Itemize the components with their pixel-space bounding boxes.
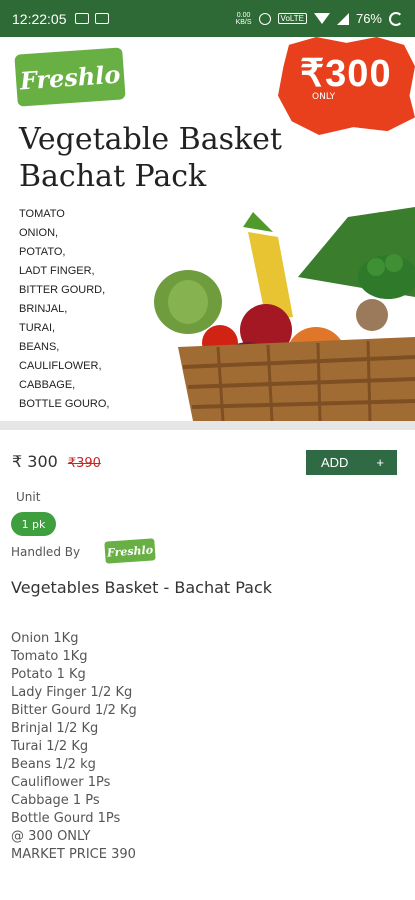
- product-banner: Freshlo ₹300 ONLY Vegetable Basket Bacha…: [0, 37, 415, 421]
- offer-suffix: ONLY: [312, 92, 336, 102]
- banner-title: Vegetable Basket Bachat Pack: [19, 122, 282, 194]
- description-line: Brinjal 1/2 Kg: [11, 721, 99, 736]
- description-line: Lady Finger 1/2 Kg: [11, 685, 133, 700]
- banner-item: POTATO,: [19, 246, 66, 258]
- banner-item: BRINJAL,: [19, 303, 68, 315]
- status-time: 12:22:05: [12, 10, 67, 27]
- product-name: Vegetables Basket - Bachat Pack: [11, 578, 273, 597]
- original-price: ₹390: [67, 456, 101, 471]
- add-to-cart-button[interactable]: ADD +: [306, 450, 397, 475]
- wifi-icon: [313, 13, 330, 24]
- banner-item: LADT FINGER,: [19, 265, 95, 277]
- product-description: Onion 1Kg Tomato 1Kg Potato 1 Kg Lady Fi…: [11, 630, 137, 864]
- section-divider: [0, 421, 415, 430]
- banner-item-list: TOMATO ONION, POTATO, LADT FINGER, BITTE…: [19, 205, 159, 414]
- banner-item: TOMATO: [19, 208, 65, 220]
- description-line: Bitter Gourd 1/2 Kg: [11, 703, 137, 718]
- banner-item: ONION,: [19, 227, 59, 239]
- data-speed-indicator: 0.00 KB/S: [235, 11, 252, 26]
- battery-ring-icon: [389, 11, 403, 26]
- handled-by-label: Handled By: [11, 545, 81, 559]
- add-label: ADD: [321, 455, 349, 470]
- description-line: Onion 1Kg: [11, 631, 79, 646]
- price-row: ₹ 300 ₹390: [12, 452, 101, 471]
- description-line: Bottle Gourd 1Ps: [11, 811, 121, 826]
- freshlo-logo: Freshlo: [14, 47, 126, 107]
- offer-price: ₹300: [300, 53, 392, 95]
- data-saver-icon: [74, 13, 89, 24]
- handler-logo: Freshlo: [104, 538, 156, 564]
- battery-percent: 76%: [355, 11, 382, 26]
- description-line: Potato 1 Kg: [11, 667, 86, 682]
- banner-item: TURAI,: [19, 322, 56, 334]
- vegetable-basket-image: [154, 207, 415, 421]
- status-bar: 12:22:05 0.00 KB/S VoLTE 76%: [0, 0, 415, 37]
- signal-icon: [336, 12, 349, 25]
- banner-item: BEANS,: [19, 341, 60, 353]
- description-line: @ 300 ONLY: [11, 829, 91, 844]
- unit-label: Unit: [16, 490, 41, 504]
- alarm-icon: [258, 12, 271, 25]
- description-line: Cauliflower 1Ps: [11, 775, 111, 790]
- handler-logo-text: Freshlo: [106, 542, 154, 560]
- banner-item: CAULIFLOWER,: [19, 360, 102, 372]
- mail-icon: [94, 13, 109, 24]
- banner-item: BOTTLE GOURO,: [19, 398, 110, 410]
- logo-text: Freshlo: [18, 59, 122, 95]
- description-line: Turai 1/2 Kg: [11, 739, 89, 754]
- description-line: MARKET PRICE 390: [11, 847, 136, 862]
- volte-badge: VoLTE: [277, 13, 307, 24]
- unit-chip[interactable]: 1 pk: [11, 512, 56, 536]
- banner-item: BITTER GOURD,: [19, 284, 106, 296]
- description-line: Tomato 1Kg: [11, 649, 88, 664]
- plus-icon: +: [376, 455, 384, 470]
- banner-item: CABBAGE,: [19, 379, 76, 391]
- selling-price: ₹ 300: [12, 452, 58, 471]
- description-line: Beans 1/2 kg: [11, 757, 96, 772]
- description-line: Cabbage 1 Ps: [11, 793, 100, 808]
